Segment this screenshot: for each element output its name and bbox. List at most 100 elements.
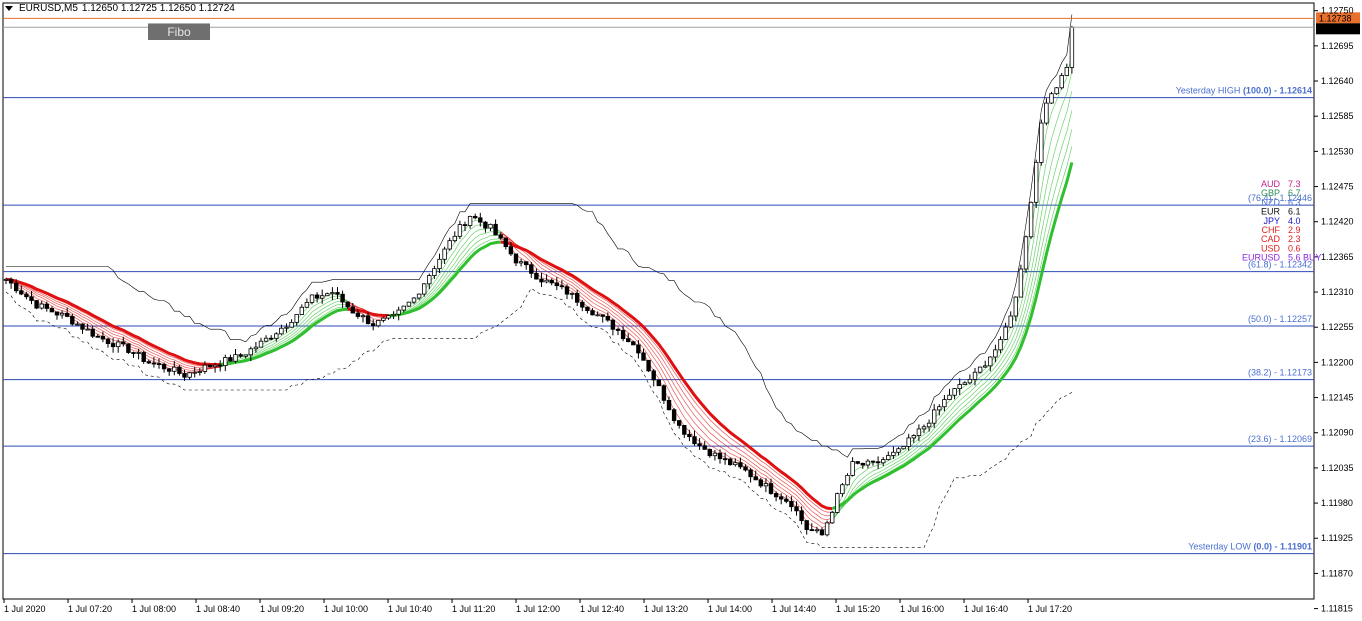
fib-level-label: Yesterday LOW (0.0) - 1.11901 [1188,542,1312,552]
candle-bull [1059,75,1064,89]
candle-bull [457,224,463,237]
candle [707,448,712,458]
candle-bull [967,379,973,384]
candle-bull [427,275,432,285]
x-tick-label: 1 Jul 12:00 [516,604,560,614]
candle-bear [44,303,49,309]
candle [942,394,947,412]
y-axis: 1.12750 1.12695 1.12640 1.12585 1.12530 1.124… [1314,6,1354,614]
candle [223,354,228,372]
candle-bear [641,352,646,361]
candle [299,304,304,315]
candle [977,366,983,374]
y-tick-label: 1.12035 [1321,463,1354,473]
candle [983,360,988,368]
candle [65,307,70,318]
ma-ribbon-line [500,233,833,532]
moving-average-ribbon [5,52,1074,532]
candle-bear [580,301,585,308]
x-tick-label: 1 Jul 08:40 [196,604,240,614]
candle-bear [743,466,748,471]
candle-bear [483,221,488,229]
candle [263,335,269,343]
candle-bull [452,235,457,242]
candle-bear [19,290,24,295]
candle [483,220,488,233]
candle-bear [819,529,825,536]
candle-bear [121,341,126,345]
candle-bull [569,292,575,295]
candle [34,299,39,310]
chart-canvas[interactable]: Yesterday HIGH (100.0) - 1.12614(76.4) -… [0,0,1362,621]
candle-bull [1023,236,1029,270]
candle-bull [421,283,427,295]
candle-bull [75,323,80,326]
candle-bear [493,223,498,236]
candle [503,237,508,250]
candle-bear [860,462,865,466]
chart-root[interactable]: Yesterday HIGH (100.0) - 1.12614 (76.4) -… [0,0,1362,621]
candle [804,520,809,535]
y-tick-label: 1.11870 [1321,568,1353,578]
candle [472,213,478,220]
candle-bull [325,293,330,297]
ohlc-label: 1.12650 1.12725 1.12650 1.12724 [81,3,235,14]
candle-bull [319,295,325,299]
candle [656,379,661,387]
candle-bull [309,294,315,303]
ma-ribbon-line [388,227,501,318]
x-tick-label: 1 Jul 11:20 [452,604,495,614]
candle-bull [243,354,248,357]
candle-bull [187,372,192,378]
candle-bull [437,258,442,270]
candle [452,231,457,243]
currency-strength-panel: AUD 7.3GBP 6.7NZD 6.3EUR 6.1JPY 4.0CHF 2.9CAD 2… [1242,179,1322,263]
candle-bull [299,306,304,315]
candle-bear [370,323,376,327]
candle-bear [651,370,656,381]
candle [284,323,289,333]
candle-bull [993,349,998,358]
candle-bear [728,458,733,466]
candle-bull [192,371,197,374]
candle-bear [524,261,529,266]
candle-bull [1018,268,1024,298]
candle-bull [411,297,417,303]
candle-bull [253,346,259,350]
candle-bear [875,461,881,464]
candle [1054,87,1059,95]
candle-bear [29,296,34,301]
candle [228,354,233,362]
candle-bear [146,361,151,364]
candle-bear [80,323,85,330]
candle-bull [937,406,942,411]
candle-bull [197,371,202,373]
x-tick-label: 1 Jul 12:40 [580,604,624,614]
candle [702,441,707,450]
candle [932,404,937,428]
candle-bull [921,426,927,430]
candle-bull [360,315,366,318]
candle-bear [177,366,182,374]
candle [126,343,131,354]
candle [406,301,412,308]
candle [217,360,223,372]
candle-bear [503,237,508,248]
fibo-button[interactable]: Fibo [148,23,210,40]
candle-bear [615,328,621,331]
y-tick-label: 1.12640 [1321,76,1354,86]
x-axis: 1 Jul 2020 1 Jul 07:20 1 Jul 08:00 1 Jul 08… [3,599,1072,614]
candle-bear [534,272,539,280]
x-tick-label: 1 Jul 07:20 [68,604,112,614]
candle-bull [396,309,401,315]
candle-bear [70,316,75,325]
y-tick-label: 1.12310 [1321,287,1354,297]
y-tick-label: 1.12200 [1321,357,1354,367]
candle-bear [748,469,753,478]
x-tick-label: 1 Jul 10:40 [388,604,432,614]
candle [335,287,340,300]
x-tick-label: 1 Jul 15:20 [836,604,880,614]
candle-bull [381,317,386,321]
candle [697,438,702,450]
chart-menu-icon[interactable] [5,6,13,11]
